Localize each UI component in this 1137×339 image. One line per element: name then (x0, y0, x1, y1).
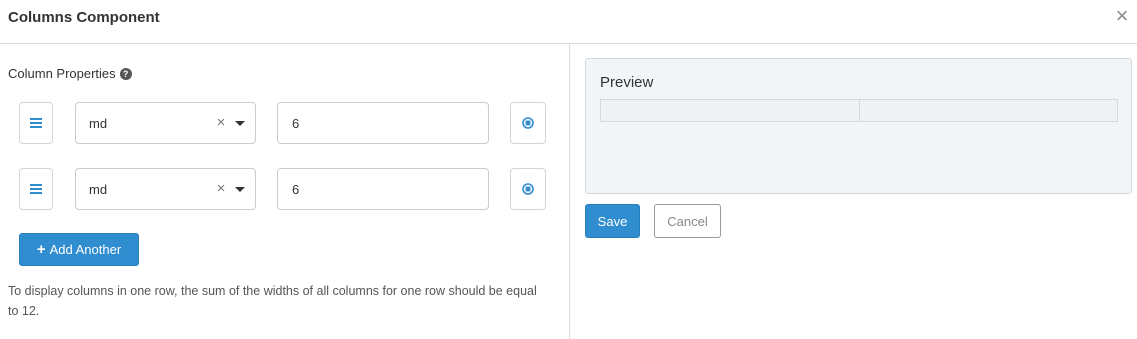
size-select[interactable]: md × (75, 102, 256, 144)
add-another-label: Add Another (49, 242, 122, 257)
drag-handle-icon[interactable] (19, 102, 53, 144)
size-select-value: md (89, 116, 108, 131)
plus-icon: + (36, 241, 46, 258)
column-properties-pane: Column Properties ? md × md × + (0, 44, 570, 339)
remove-circle-icon (522, 117, 534, 129)
close-icon[interactable]: × (1111, 4, 1133, 28)
size-select[interactable]: md × (75, 168, 256, 210)
remove-row-button[interactable] (510, 168, 546, 210)
dialog-title: Columns Component (8, 9, 160, 26)
clear-icon[interactable]: × (214, 114, 228, 132)
size-select-value: md (89, 182, 108, 197)
column-row: md × (0, 102, 570, 144)
help-text: To display columns in one row, the sum o… (8, 284, 537, 318)
column-properties-label: Column Properties ? (8, 66, 132, 81)
clear-icon[interactable]: × (214, 180, 228, 198)
preview-column (859, 99, 1118, 122)
preview-title: Preview (600, 74, 654, 91)
chevron-down-icon[interactable] (235, 121, 245, 126)
width-input[interactable] (277, 102, 489, 144)
dialog-header: Columns Component × (0, 0, 1137, 44)
remove-row-button[interactable] (510, 102, 546, 144)
preview-column (600, 99, 860, 122)
width-input[interactable] (277, 168, 489, 210)
cancel-button[interactable]: Cancel (654, 204, 721, 238)
remove-circle-icon (522, 183, 534, 195)
preview-panel: Preview (585, 58, 1132, 194)
column-properties-title: Column Properties (8, 66, 116, 81)
preview-columns (600, 99, 1118, 122)
column-row: md × (0, 168, 570, 210)
save-button[interactable]: Save (585, 204, 640, 238)
add-another-button[interactable]: + Add Another (19, 233, 139, 266)
chevron-down-icon[interactable] (235, 187, 245, 192)
help-icon[interactable]: ? (119, 67, 132, 80)
drag-handle-icon[interactable] (19, 168, 53, 210)
